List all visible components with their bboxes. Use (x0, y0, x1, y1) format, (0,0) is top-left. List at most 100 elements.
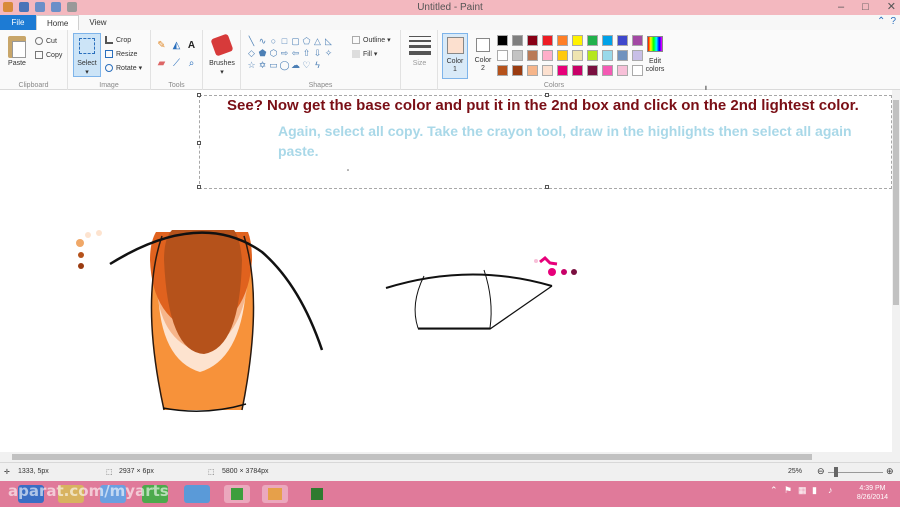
tray-expand-icon[interactable]: ⌃ (770, 485, 778, 496)
up-arrow-shape-icon[interactable]: ⇧ (301, 47, 312, 59)
edit-colors-button[interactable]: Edit colors (638, 58, 672, 74)
network-icon[interactable]: ▮ (812, 485, 817, 496)
minimize-button[interactable]: – (838, 0, 844, 14)
vertical-scroll-thumb[interactable] (893, 100, 899, 305)
five-point-star-shape-icon[interactable]: ☆ (246, 59, 257, 71)
palette-swatch[interactable] (617, 65, 628, 76)
polygon-shape-icon[interactable]: ⬠ (301, 35, 312, 47)
palette-swatch[interactable] (557, 65, 568, 76)
app-icon[interactable] (184, 485, 210, 503)
brushes-button[interactable]: Brushes (203, 60, 241, 67)
camtasia-recorder-icon[interactable] (304, 485, 330, 503)
fill-button[interactable]: Fill ▾ (352, 50, 377, 59)
outline-button[interactable]: Outline ▾ (352, 36, 391, 45)
cut-button[interactable]: Cut (35, 37, 57, 45)
color-picker-icon[interactable]: ⟋ (171, 58, 182, 69)
fill-icon[interactable]: ◭ (171, 40, 182, 51)
heart-shape-icon[interactable]: ♡ (301, 59, 312, 71)
palette-swatch[interactable] (602, 65, 613, 76)
four-point-star-shape-icon[interactable]: ✧ (323, 47, 334, 59)
hexagon-shape-icon[interactable]: ⬡ (268, 47, 279, 59)
edit-colors-icon[interactable] (647, 36, 663, 52)
palette-swatch[interactable] (512, 35, 523, 46)
zoom-out-button[interactable]: ⊖ (817, 466, 825, 477)
paste-icon[interactable] (8, 36, 26, 58)
palette-swatch[interactable] (542, 65, 553, 76)
palette-swatch[interactable] (527, 50, 538, 61)
vertical-scrollbar[interactable] (892, 90, 900, 452)
pentagon-shape-icon[interactable]: ⬟ (257, 47, 268, 59)
palette-swatch[interactable] (512, 50, 523, 61)
palette-swatch[interactable] (572, 35, 583, 46)
right-triangle-shape-icon[interactable]: ◺ (323, 35, 334, 47)
rounded-rectangle-shape-icon[interactable]: ▢ (290, 35, 301, 47)
size-icon[interactable] (409, 36, 431, 56)
palette-swatch[interactable] (602, 35, 613, 46)
tab-view[interactable]: View (79, 15, 116, 30)
palette-swatch[interactable] (557, 50, 568, 61)
palette-swatch[interactable] (497, 50, 508, 61)
select-dropdown-icon[interactable]: ▾ (74, 68, 100, 76)
diamond-shape-icon[interactable]: ◇ (246, 47, 257, 59)
down-arrow-shape-icon[interactable]: ⇩ (312, 47, 323, 59)
text-icon[interactable]: A (186, 40, 197, 51)
triangle-shape-icon[interactable]: △ (312, 35, 323, 47)
paint-taskbar-icon[interactable] (262, 485, 288, 503)
horizontal-scrollbar[interactable] (0, 452, 900, 462)
pencil-icon[interactable]: ✎ (156, 40, 167, 51)
palette-swatch[interactable] (572, 50, 583, 61)
horizontal-scroll-thumb[interactable] (12, 454, 812, 460)
help-icon[interactable]: ? (890, 16, 896, 27)
brushes-dropdown-icon[interactable]: ▾ (203, 68, 241, 76)
callout-rect-shape-icon[interactable]: ▭ (268, 59, 279, 71)
magnifier-icon[interactable]: ⌕ (186, 58, 197, 69)
palette-swatch[interactable] (557, 35, 568, 46)
palette-swatch[interactable] (587, 35, 598, 46)
callout-cloud-shape-icon[interactable]: ☁ (290, 59, 301, 71)
color2-selector[interactable] (476, 38, 490, 52)
oval-shape-icon[interactable]: ○ (268, 35, 279, 47)
rectangle-shape-icon[interactable]: □ (279, 35, 290, 47)
six-point-star-shape-icon[interactable]: ✡ (257, 59, 268, 71)
left-arrow-shape-icon[interactable]: ⇦ (290, 47, 301, 59)
zoom-in-button[interactable]: ⊕ (886, 466, 894, 477)
palette-swatch[interactable] (587, 50, 598, 61)
crop-button[interactable]: Crop (105, 36, 131, 44)
collapse-ribbon-icon[interactable]: ⌃ (877, 16, 885, 27)
action-center-icon[interactable]: ⚑ (784, 485, 792, 496)
palette-swatch[interactable] (587, 65, 598, 76)
palette-swatch[interactable] (617, 50, 628, 61)
camtasia-icon[interactable] (224, 485, 250, 503)
palette-swatch[interactable] (632, 35, 643, 46)
color1-selector[interactable]: Color 1 (442, 33, 468, 79)
palette-swatch[interactable] (497, 35, 508, 46)
maximize-button[interactable]: □ (862, 0, 869, 14)
rotate-button[interactable]: Rotate ▾ (105, 64, 142, 73)
tab-file[interactable]: File (0, 15, 36, 30)
volume-icon[interactable]: ♪ (828, 485, 833, 495)
resize-button[interactable]: Resize (105, 50, 137, 58)
close-button[interactable]: ✕ (887, 0, 896, 14)
callout-oval-shape-icon[interactable]: ◯ (279, 59, 290, 71)
palette-swatch[interactable] (542, 35, 553, 46)
eraser-icon[interactable]: ▰ (156, 58, 167, 69)
palette-swatch[interactable] (617, 35, 628, 46)
palette-swatch[interactable] (512, 65, 523, 76)
palette-swatch[interactable] (572, 65, 583, 76)
paste-button[interactable]: Paste (6, 60, 28, 67)
brushes-icon[interactable] (210, 33, 234, 57)
tray-app-icon[interactable]: ▦ (798, 485, 807, 496)
palette-swatch[interactable] (527, 65, 538, 76)
palette-swatch[interactable] (527, 35, 538, 46)
copy-button[interactable]: Copy (35, 51, 62, 59)
tab-home[interactable]: Home (36, 15, 80, 30)
select-button[interactable]: Select ▾ (73, 33, 101, 77)
system-clock[interactable]: 4:39 PM 8/26/2014 (857, 484, 888, 502)
palette-swatch[interactable] (602, 50, 613, 61)
curve-shape-icon[interactable]: ∿ (257, 35, 268, 47)
right-arrow-shape-icon[interactable]: ⇨ (279, 47, 290, 59)
line-shape-icon[interactable]: ╲ (246, 35, 257, 47)
lightning-shape-icon[interactable]: ϟ (312, 59, 323, 71)
palette-swatch[interactable] (542, 50, 553, 61)
palette-swatch[interactable] (497, 65, 508, 76)
